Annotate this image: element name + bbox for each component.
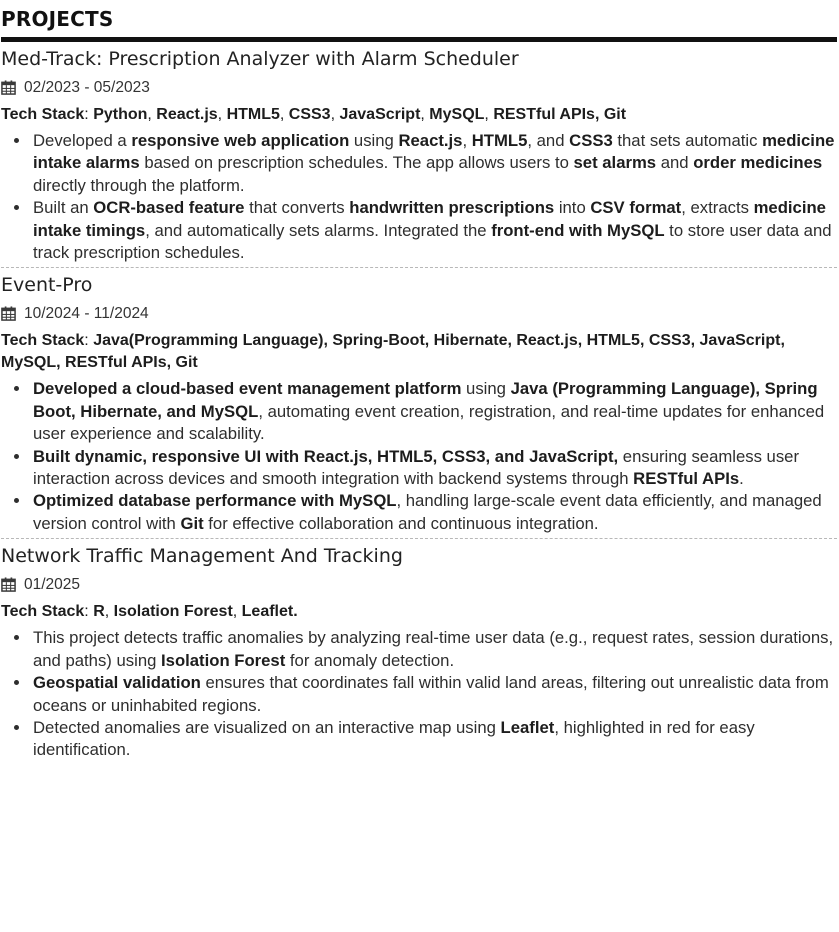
text: that converts [244, 198, 350, 218]
project-date-row: 01/2025 [1, 571, 835, 598]
project-bullets: Developed a cloud-based event management… [1, 378, 835, 535]
project-bullet: Built an OCR-based feature that converts… [31, 197, 835, 264]
tech-stack: Tech Stack: Python, React.js, HTML5, CSS… [1, 106, 627, 123]
projects-list: Med-Track: Prescription Analyzer with Al… [1, 42, 837, 762]
bold-text: Optimized database performance with MySQ… [33, 491, 397, 511]
text: , extracts [681, 198, 754, 218]
text: , [279, 106, 289, 123]
bold-text: front-end with MySQL [491, 220, 665, 240]
bold-text: Leaflet [500, 717, 555, 737]
text: using [461, 379, 511, 399]
bold-text: Isolation Forest [161, 650, 286, 670]
project-date: 10/2024 - 11/2024 [24, 304, 149, 322]
tech-stack-list: R, Isolation Forest, Leaflet. [93, 603, 297, 620]
text: for effective collaboration and continuo… [203, 513, 599, 533]
bold-text: R [93, 603, 105, 621]
bold-text: RESTful APIs [633, 469, 740, 489]
text: , and automatically sets alarms. Integra… [145, 220, 492, 240]
text: directly through the platform. [33, 175, 245, 195]
bold-text: handwritten prescriptions [349, 198, 555, 218]
project-entry: Network Traffic Management And Tracking … [1, 539, 837, 761]
project-date: 02/2023 - 05/2023 [24, 78, 150, 96]
bold-text: Python [93, 106, 148, 123]
project-title: Med-Track: Prescription Analyzer with Al… [1, 48, 519, 70]
bold-text: RESTful APIs, Git [493, 106, 627, 123]
project-bullet: Developed a responsive web application u… [31, 130, 835, 197]
project-bullet: Built dynamic, responsive UI with React.… [31, 446, 835, 491]
project-bullet: Detected anomalies are visualized on an … [31, 717, 835, 762]
bold-text: CSV format [590, 198, 682, 218]
text: , [462, 131, 472, 150]
calendar-icon [1, 80, 16, 95]
text: using [349, 131, 399, 150]
calendar-icon [1, 306, 16, 322]
bold-text: OCR-based feature [93, 198, 245, 218]
bold-text: CSS3 [569, 131, 613, 150]
project-title: Network Traffic Management And Tracking [1, 545, 403, 568]
bold-text: Built dynamic, responsive UI with React.… [33, 446, 619, 466]
tech-stack-label: Tech Stack [1, 106, 85, 123]
resume-page: PROJECTS Med-Track: Prescription Analyze… [0, 0, 837, 762]
tech-stack: Tech Stack: Java(Programming Language), … [1, 332, 785, 372]
text: , [147, 106, 157, 123]
tech-stack-list: Java(Programming Language), Spring-Boot,… [1, 332, 785, 371]
text: , [420, 106, 430, 123]
text: , [104, 603, 114, 621]
bold-text: set alarms [573, 153, 657, 173]
bold-text: React.js [398, 131, 463, 150]
bold-text: JavaScript [339, 106, 421, 123]
project-bullet: Optimized database performance with MySQ… [31, 490, 835, 535]
bold-text: CSS3 [288, 106, 331, 123]
tech-stack-label: Tech Stack [1, 603, 85, 621]
text: , [217, 106, 227, 123]
bold-text: Geospatial validation [33, 673, 201, 693]
bold-text: Leaflet. [241, 603, 298, 621]
project-bullets: Developed a responsive web application u… [1, 130, 835, 264]
section-title: PROJECTS [1, 7, 114, 31]
bold-text: Developed a cloud-based event management… [33, 379, 462, 399]
project-date-row: 10/2024 - 11/2024 [1, 300, 835, 327]
text: , [484, 106, 494, 123]
tech-stack: Tech Stack: R, Isolation Forest, Leaflet… [1, 603, 298, 621]
project-entry: Event-Pro 10/2024 - 11/2024 Tech Stack: … [1, 268, 837, 535]
project-bullet: Developed a cloud-based event management… [31, 378, 835, 445]
text: . [739, 469, 744, 489]
text: for anomaly detection. [285, 650, 455, 670]
project-entry: Med-Track: Prescription Analyzer with Al… [1, 42, 837, 264]
bold-text: HTML5 [226, 106, 280, 123]
bold-text: order medicines [693, 153, 823, 173]
text: into [554, 198, 591, 218]
project-bullets: This project detects traffic anomalies b… [1, 627, 835, 761]
project-bullet: This project detects traffic anomalies b… [31, 627, 835, 672]
text: , [232, 603, 242, 621]
text: Developed a [33, 131, 132, 150]
text: , and [527, 131, 570, 150]
bold-text: responsive web application [131, 131, 350, 150]
bold-text: Isolation Forest [113, 603, 233, 621]
project-date-row: 02/2023 - 05/2023 [1, 74, 835, 101]
text: Built an [33, 198, 94, 218]
project-bullet: Geospatial validation ensures that coord… [31, 672, 835, 717]
project-title: Event-Pro [1, 274, 93, 297]
bold-text: Java(Programming Language), Spring-Boot,… [1, 332, 785, 372]
text: and [656, 153, 694, 173]
calendar-icon [1, 577, 16, 593]
text: Detected anomalies are visualized on an … [33, 717, 501, 737]
text: based on prescription schedules. The app… [139, 153, 574, 173]
bold-text: React.js [156, 106, 218, 123]
bold-text: MySQL [429, 106, 485, 123]
bold-text: Git [180, 513, 204, 533]
bold-text: HTML5 [471, 131, 528, 150]
tech-stack-label: Tech Stack [1, 332, 85, 350]
project-date: 01/2025 [24, 575, 81, 593]
tech-stack-list: Python, React.js, HTML5, CSS3, JavaScrip… [93, 106, 626, 123]
text: that sets automatic [612, 131, 763, 150]
